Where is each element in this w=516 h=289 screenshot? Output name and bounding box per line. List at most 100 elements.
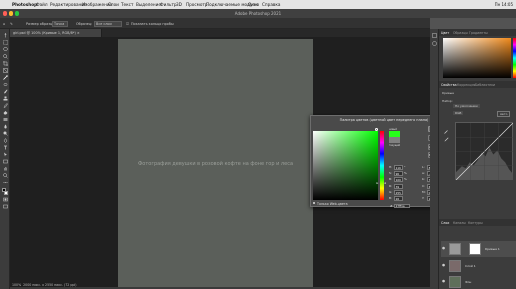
show-ring-checkbox[interactable]: ☑ bbox=[126, 22, 129, 26]
document-photo[interactable]: Фотография девушки в розовой кофте на фо… bbox=[118, 39, 313, 289]
quick-select-tool-icon[interactable] bbox=[2, 54, 8, 59]
eraser-tool-icon[interactable] bbox=[3, 110, 8, 115]
auto-button[interactable]: Авто bbox=[497, 111, 511, 117]
s-field-label: S: bbox=[389, 171, 392, 176]
close-window-button[interactable] bbox=[3, 11, 8, 16]
menu-filter[interactable]: Фильтр bbox=[160, 2, 177, 7]
zoom-tool-icon[interactable] bbox=[2, 173, 8, 178]
pen-tool-icon[interactable] bbox=[3, 138, 8, 143]
curves-eyedropper-icon[interactable] bbox=[444, 129, 449, 134]
eyedropper-tool-icon[interactable]: ✎ bbox=[10, 22, 13, 26]
h-field-unit: ° bbox=[404, 165, 406, 170]
lasso-tool-icon[interactable] bbox=[2, 47, 8, 52]
quick-mask-icon[interactable] bbox=[2, 197, 8, 202]
screen-mode-icon[interactable] bbox=[2, 204, 8, 209]
m-field-label: M: bbox=[422, 190, 426, 195]
layer-name[interactable]: Слой 1 bbox=[465, 264, 476, 268]
r-field-input[interactable]: 39 bbox=[394, 184, 403, 189]
layer-row[interactable]: ● Слой 1 bbox=[441, 258, 516, 274]
tab-properties[interactable]: Свойства bbox=[441, 83, 457, 87]
tab-gradients[interactable]: Градиенты bbox=[469, 31, 488, 35]
channel-select[interactable]: RGB bbox=[453, 111, 464, 115]
crop-tool-icon[interactable] bbox=[2, 61, 8, 66]
h-field-input[interactable]: 116 bbox=[394, 165, 403, 170]
s-field-input[interactable]: 90 bbox=[394, 171, 403, 176]
tab-paths[interactable]: Контуры bbox=[468, 221, 483, 225]
type-tool-icon[interactable] bbox=[3, 145, 8, 150]
tab-swatches[interactable]: Образцы bbox=[453, 31, 468, 35]
eyedropper-icon[interactable] bbox=[2, 75, 8, 80]
saturation-brightness-field[interactable] bbox=[313, 131, 378, 200]
eye-icon[interactable]: ● bbox=[442, 263, 445, 267]
home-icon[interactable]: ⌂ bbox=[3, 22, 5, 26]
hue-slider-right-arrow-icon[interactable]: ◂ bbox=[384, 181, 386, 185]
blue-field-input[interactable]: 26 bbox=[394, 196, 403, 201]
menu-help[interactable]: Справка bbox=[262, 2, 280, 7]
layer-name[interactable]: Кривые 1 bbox=[485, 247, 500, 251]
path-select-tool-icon[interactable] bbox=[3, 152, 8, 157]
dodge-tool-icon[interactable] bbox=[3, 131, 8, 136]
adjustment-layer-icon bbox=[449, 242, 461, 255]
preset-select[interactable]: По умолчанию bbox=[453, 104, 480, 108]
menu-file[interactable]: Файл bbox=[36, 2, 48, 7]
hue-slider-left-arrow-icon[interactable]: ▸ bbox=[377, 181, 379, 185]
menu-view[interactable]: Просмотр bbox=[186, 2, 208, 7]
sample-layers-select[interactable]: Все слои bbox=[94, 20, 122, 27]
more-tools-icon[interactable] bbox=[3, 180, 8, 185]
layer-row[interactable]: ● Кривые 1 bbox=[441, 241, 516, 257]
tab-adjustments[interactable]: Коррекция bbox=[457, 83, 475, 87]
color-panel-field[interactable] bbox=[443, 38, 511, 78]
curves-graph[interactable] bbox=[455, 122, 514, 181]
hex-label: # bbox=[390, 204, 393, 208]
current-color-swatch[interactable] bbox=[389, 137, 400, 143]
brush-tool-icon[interactable] bbox=[3, 89, 8, 94]
curves-title: Кривые bbox=[442, 91, 454, 95]
tab-channels[interactable]: Каналы bbox=[453, 221, 466, 225]
document-tab-bar: girl.psd @ 100% (Кривые 1, RGB/8*) × bbox=[10, 29, 430, 37]
b-field-input[interactable]: 100 bbox=[394, 177, 403, 182]
tab-color[interactable]: Цвет bbox=[441, 31, 449, 35]
menu-type[interactable]: Текст bbox=[121, 2, 133, 7]
hand-tool-icon[interactable] bbox=[3, 166, 8, 171]
menu-bar: Photoshop Файл Редактирование Изображени… bbox=[0, 0, 516, 9]
panel-icon-bar bbox=[430, 29, 439, 289]
move-tool-icon[interactable] bbox=[3, 33, 8, 38]
eye-icon[interactable]: ● bbox=[442, 246, 445, 250]
minimize-window-button[interactable] bbox=[9, 11, 14, 16]
document-tab[interactable]: girl.psd @ 100% (Кривые 1, RGB/8*) × bbox=[10, 29, 102, 37]
foreground-color-swatch[interactable] bbox=[1, 188, 6, 192]
frame-tool-icon[interactable] bbox=[2, 68, 8, 73]
zoom-window-button[interactable] bbox=[15, 11, 20, 16]
tools-panel bbox=[0, 29, 10, 289]
photoshop-window: Adobe Photoshop 2021 ⌂ ✎ Размер образца:… bbox=[0, 9, 516, 289]
menu-layers[interactable]: Слои bbox=[108, 2, 119, 7]
y-field-label: Y: bbox=[422, 196, 425, 201]
hue-slider[interactable]: ▸ ◂ bbox=[377, 131, 386, 200]
menu-select[interactable]: Выделение bbox=[136, 2, 161, 7]
blur-tool-icon[interactable] bbox=[3, 124, 8, 129]
sample-layers-value: Все слои bbox=[96, 22, 112, 27]
layer-row[interactable]: ● Фон bbox=[441, 274, 516, 289]
g-field-input[interactable]: 255 bbox=[394, 190, 403, 195]
web-only-checkbox[interactable] bbox=[313, 202, 315, 204]
menu-photoshop[interactable]: Photoshop bbox=[12, 2, 37, 7]
curves-pencil-icon[interactable] bbox=[444, 137, 449, 142]
eye-icon[interactable]: ● bbox=[442, 279, 445, 283]
sample-size-select[interactable]: Точка bbox=[52, 20, 68, 27]
history-panel-icon[interactable] bbox=[432, 33, 437, 38]
hex-input[interactable]: 27ff1a bbox=[394, 203, 410, 208]
clone-stamp-icon[interactable] bbox=[3, 96, 8, 101]
history-brush-icon[interactable] bbox=[3, 103, 8, 108]
adjustments-panel-icon[interactable] bbox=[432, 41, 437, 46]
gradient-tool-icon[interactable] bbox=[3, 117, 8, 122]
tab-libraries[interactable]: Библиотеки bbox=[475, 83, 495, 87]
tab-layers[interactable]: Слои bbox=[441, 221, 449, 225]
zoom-level[interactable]: 100% bbox=[12, 283, 21, 287]
marquee-tool-icon[interactable] bbox=[2, 40, 8, 45]
color-marker-icon[interactable] bbox=[375, 128, 378, 131]
menu-3d[interactable]: 3D bbox=[176, 2, 182, 7]
healing-brush-icon[interactable] bbox=[3, 82, 8, 87]
shape-tool-icon[interactable] bbox=[2, 159, 8, 164]
layer-name[interactable]: Фон bbox=[465, 280, 471, 284]
menu-window[interactable]: Окно bbox=[248, 2, 259, 7]
